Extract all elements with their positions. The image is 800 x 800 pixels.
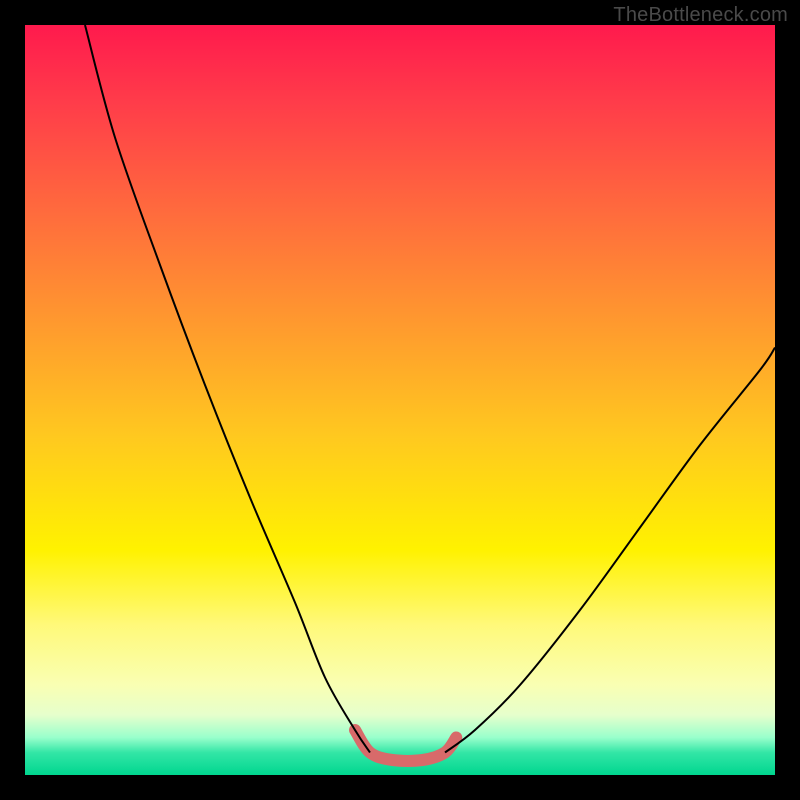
right-curve-path bbox=[445, 348, 775, 753]
minimum-highlight-path bbox=[355, 730, 456, 761]
curve-layer bbox=[25, 25, 775, 775]
left-curve-path bbox=[85, 25, 370, 753]
watermark-text: TheBottleneck.com bbox=[613, 4, 788, 27]
chart-frame: TheBottleneck.com bbox=[0, 0, 800, 800]
